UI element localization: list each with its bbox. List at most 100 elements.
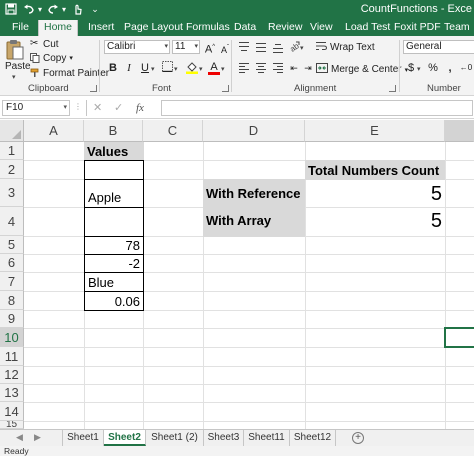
row-header-8[interactable]: 8 [0, 291, 24, 310]
fill-color-icon[interactable] [185, 61, 199, 75]
column-header-c[interactable]: C [143, 120, 203, 142]
save-icon[interactable] [4, 2, 18, 16]
cell-b8[interactable]: 0.06 [84, 291, 144, 311]
fill-color-dropdown-icon[interactable]: ▾ [199, 65, 203, 73]
row-header-7[interactable]: 7 [0, 272, 24, 291]
cell-e3[interactable]: 5 [305, 179, 445, 208]
font-size-select[interactable]: 11 ▾ [172, 40, 200, 54]
merge-center-button[interactable]: Merge & Center ▾ [316, 63, 408, 76]
currency-dropdown-icon[interactable]: ▾ [417, 65, 421, 73]
copy-dropdown-icon[interactable]: ▾ [69, 54, 73, 62]
increase-decimal-icon[interactable]: ←0 [459, 61, 473, 75]
column-header-f[interactable] [445, 120, 474, 142]
row-header-11[interactable]: 11 [0, 347, 24, 366]
row-header-15[interactable]: 15 [0, 421, 24, 429]
tab-formulas[interactable]: Formulas [186, 20, 230, 36]
cell-b6[interactable]: -2 [84, 254, 144, 273]
column-header-a[interactable]: A [24, 120, 84, 142]
paste-button[interactable]: Paste [5, 61, 31, 72]
clipboard-dialog-launcher[interactable] [90, 85, 97, 92]
row-header-1[interactable]: 1 [0, 142, 24, 160]
sheet-tab-sheet11[interactable]: Sheet11 [244, 430, 290, 446]
underline-dropdown-icon[interactable]: ▾ [151, 65, 155, 73]
redo-dropdown-icon[interactable]: ▾ [62, 5, 66, 14]
scroll-tabs-right-icon[interactable]: ▶ [34, 432, 41, 443]
undo-icon[interactable] [22, 2, 36, 16]
increase-indent-icon[interactable]: ⇥ [301, 61, 315, 75]
currency-format-button[interactable]: $ [404, 61, 418, 75]
font-name-select[interactable]: Calibri ▾ [104, 40, 170, 54]
column-header-d[interactable]: D [203, 120, 305, 142]
cell-b5[interactable]: 78 [84, 236, 144, 255]
tab-page-layout[interactable]: Page Layout [124, 20, 183, 36]
formula-input[interactable] [161, 100, 473, 116]
paste-icon[interactable] [6, 39, 24, 61]
borders-dropdown-icon[interactable]: ▾ [174, 65, 178, 73]
underline-button[interactable]: U [138, 61, 152, 75]
row-header-9[interactable]: 9 [0, 310, 24, 328]
tab-view[interactable]: View [310, 20, 333, 36]
bottom-align-icon[interactable] [270, 40, 286, 54]
customize-toolbar-icon[interactable]: ⌄ [88, 2, 102, 16]
resize-grip-icon[interactable]: ⋮ [74, 102, 83, 111]
middle-align-icon[interactable] [253, 40, 269, 54]
tab-load-test[interactable]: Load Test [345, 20, 390, 36]
font-color-dropdown-icon[interactable]: ▾ [221, 65, 225, 73]
column-header-e[interactable]: E [305, 120, 445, 142]
undo-dropdown-icon[interactable]: ▾ [38, 5, 42, 14]
row-header-10[interactable]: 10 [0, 328, 24, 347]
redo-icon[interactable] [46, 2, 60, 16]
insert-function-button[interactable]: fx [136, 100, 144, 116]
sheet-tab-sheet2[interactable]: Sheet2 [104, 430, 146, 446]
selected-cell-f10[interactable] [444, 327, 474, 348]
row-header-5[interactable]: 5 [0, 236, 24, 254]
number-format-select[interactable]: General [403, 40, 474, 54]
align-center-icon[interactable] [253, 61, 269, 75]
sheet-tab-sheet3[interactable]: Sheet3 [204, 430, 244, 446]
font-dialog-launcher[interactable] [222, 85, 229, 92]
copy-button[interactable]: Copy ▾ [30, 52, 73, 64]
tab-data[interactable]: Data [234, 20, 256, 36]
tab-home[interactable]: Home [38, 20, 78, 36]
row-header-13[interactable]: 13 [0, 384, 24, 402]
row-header-14[interactable]: 14 [0, 402, 24, 421]
name-box[interactable]: F10 ▾ [2, 100, 70, 116]
orientation-icon[interactable]: ab [287, 40, 301, 54]
bold-button[interactable]: B [106, 61, 120, 75]
tab-review[interactable]: Review [268, 20, 302, 36]
cut-button[interactable]: ✂ Cut [30, 38, 59, 50]
font-color-button[interactable]: A [207, 60, 221, 75]
borders-icon[interactable] [160, 61, 174, 75]
italic-button[interactable]: I [122, 61, 136, 75]
row-header-4[interactable]: 4 [0, 207, 24, 236]
touch-mode-icon[interactable] [70, 2, 84, 16]
tab-insert[interactable]: Insert [88, 20, 114, 36]
column-header-b[interactable]: B [84, 120, 143, 142]
cell-d3[interactable]: With Reference [203, 179, 305, 208]
cell-b1[interactable]: Values [84, 142, 144, 161]
row-header-6[interactable]: 6 [0, 254, 24, 272]
format-painter-button[interactable]: Format Painter [30, 67, 109, 79]
decrease-indent-icon[interactable]: ⇤ [287, 61, 301, 75]
align-left-icon[interactable] [236, 61, 252, 75]
cell-d4[interactable]: With Array [203, 207, 305, 237]
comma-style-button[interactable]: , [443, 61, 457, 75]
percent-style-button[interactable]: % [426, 61, 440, 75]
sheet-tab-sheet12[interactable]: Sheet12 [290, 430, 336, 446]
row-header-3[interactable]: 3 [0, 179, 24, 207]
top-align-icon[interactable] [236, 40, 252, 54]
add-sheet-icon[interactable]: + [352, 432, 364, 444]
cell-b4[interactable] [84, 207, 144, 237]
row-header-2[interactable]: 2 [0, 160, 24, 179]
sheet-tab-sheet1-2[interactable]: Sheet1 (2) [146, 430, 204, 446]
alignment-dialog-launcher[interactable] [389, 85, 396, 92]
tab-foxit-pdf[interactable]: Foxit PDF [394, 20, 441, 36]
wrap-text-button[interactable]: Wrap Text [316, 41, 375, 54]
align-right-icon[interactable] [270, 61, 286, 75]
orientation-dropdown-icon[interactable]: ▾ [300, 44, 304, 52]
cell-e4[interactable]: 5 [305, 207, 445, 237]
cell-b3[interactable]: Apple [84, 179, 144, 208]
cell-e2[interactable]: Total Numbers Count [305, 160, 445, 180]
sheet-tab-sheet1[interactable]: Sheet1 [62, 430, 104, 446]
shrink-font-button[interactable]: Aˇ [218, 41, 232, 55]
